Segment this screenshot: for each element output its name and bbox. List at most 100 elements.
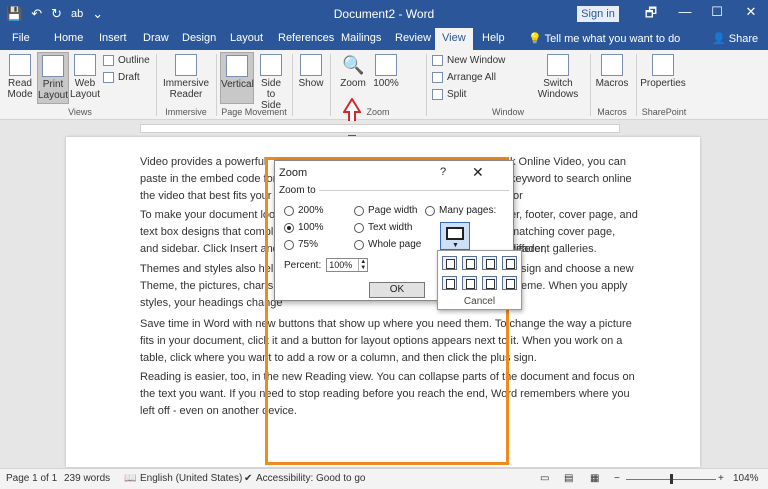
- tab-help[interactable]: Help: [482, 32, 505, 44]
- radio-100[interactable]: 100%: [284, 222, 324, 233]
- web-layout-icon: [74, 54, 96, 76]
- divider: [216, 54, 217, 116]
- switch-windows-button[interactable]: Switch Windows: [534, 54, 582, 100]
- divider: [156, 54, 157, 116]
- page-grid-cell[interactable]: [442, 276, 457, 290]
- macros-button[interactable]: Macros: [594, 54, 630, 89]
- ribbon-display-icon[interactable]: 🗗: [638, 4, 664, 26]
- proofing-icon[interactable]: 📖: [124, 473, 136, 484]
- split-button[interactable]: Split: [432, 89, 466, 100]
- minimize-icon[interactable]: —: [672, 4, 698, 19]
- web-layout-button[interactable]: Web Layout: [70, 54, 100, 100]
- read-mode-button[interactable]: Read Mode: [5, 54, 35, 100]
- tab-design[interactable]: Design: [182, 32, 216, 44]
- macros-label: Macros: [595, 78, 629, 89]
- dialog-close-icon[interactable]: ✕: [472, 164, 484, 181]
- accessibility-icon: ✔: [244, 473, 253, 484]
- radio-many-pages-icon: [425, 205, 435, 216]
- new-window-label: New Window: [447, 55, 506, 66]
- radio-100-icon: [284, 222, 294, 233]
- radio-200[interactable]: 200%: [284, 205, 324, 216]
- zoom-100-button[interactable]: 100%: [372, 54, 400, 89]
- percent-value: 100%: [329, 260, 353, 270]
- tell-me-label: Tell me what you want to do: [544, 33, 681, 45]
- maximize-icon[interactable]: ☐: [704, 4, 730, 20]
- radio-75[interactable]: 75%: [284, 239, 318, 250]
- radio-text-width[interactable]: Text width: [354, 222, 412, 233]
- immersive-reader-icon: [175, 54, 197, 76]
- new-window-button[interactable]: New Window: [432, 55, 505, 66]
- sign-in-button[interactable]: Sign in: [577, 6, 619, 22]
- percent-spinner[interactable]: ▲ ▼: [358, 259, 367, 271]
- tab-review[interactable]: Review: [395, 32, 431, 44]
- print-layout-button[interactable]: Print Layout: [37, 52, 69, 104]
- radio-text-width-label: Text width: [368, 222, 413, 233]
- web-layout-status-icon[interactable]: ▦: [590, 473, 599, 484]
- radio-many-pages[interactable]: Many pages:: [425, 205, 496, 216]
- ribbon-tabs: File Home Insert Draw Design Layout Refe…: [0, 28, 768, 50]
- radio-page-width[interactable]: Page width: [354, 205, 417, 216]
- ruler: [0, 121, 768, 135]
- share-button[interactable]: 👤 Share: [712, 32, 758, 45]
- side-to-side-icon: [260, 54, 282, 76]
- close-icon[interactable]: ✕: [738, 4, 764, 20]
- zoom-group-label: Zoom: [366, 107, 390, 117]
- zoom-100-label: 100%: [373, 78, 399, 89]
- zoom-button[interactable]: 🔍 Zoom: [336, 54, 370, 89]
- tab-layout[interactable]: Layout: [230, 32, 263, 44]
- draft-button[interactable]: Draft: [103, 72, 140, 83]
- tab-draw[interactable]: Draw: [143, 32, 169, 44]
- tab-view[interactable]: View: [435, 28, 473, 50]
- word-count[interactable]: 239 words: [64, 473, 110, 484]
- switch-windows-icon: [547, 54, 569, 76]
- page-grid-cell[interactable]: [502, 256, 517, 270]
- ruler-bar: [140, 124, 620, 133]
- page-grid-cell[interactable]: [502, 276, 517, 290]
- vertical-label: Vertical: [221, 79, 254, 90]
- read-mode-status-icon[interactable]: ▤: [564, 473, 573, 484]
- side-to-side-button[interactable]: Side to Side: [256, 54, 286, 111]
- vertical-button[interactable]: Vertical: [220, 52, 254, 104]
- page-grid-cell[interactable]: [462, 276, 477, 290]
- show-label: Show: [298, 78, 324, 89]
- arrange-all-button[interactable]: Arrange All: [432, 72, 496, 83]
- outline-button[interactable]: Outline: [103, 55, 150, 66]
- language[interactable]: English (United States): [140, 473, 242, 484]
- properties-button[interactable]: Properties: [640, 54, 686, 89]
- zoom-slider-thumb[interactable]: [670, 474, 673, 484]
- switch-windows-label: Switch Windows: [537, 78, 579, 100]
- tell-me-search[interactable]: 💡 Tell me what you want to do: [528, 32, 680, 45]
- percent-input[interactable]: 100% ▲ ▼: [326, 258, 369, 272]
- radio-page-width-icon: [354, 205, 364, 216]
- many-pages-button[interactable]: ▼: [440, 222, 470, 250]
- outline-label: Outline: [118, 55, 150, 66]
- page-grid-cell[interactable]: [442, 256, 457, 270]
- cancel-button[interactable]: Cancel: [438, 296, 521, 307]
- page-grid-cell[interactable]: [462, 256, 477, 270]
- properties-label: Properties: [640, 78, 686, 89]
- zoom-out-icon[interactable]: −: [614, 473, 620, 484]
- ok-button[interactable]: OK: [369, 282, 425, 298]
- page-grid-cell[interactable]: [482, 276, 497, 290]
- immersive-reader-button[interactable]: Immersive Reader: [160, 54, 212, 100]
- focus-mode-icon[interactable]: ▭: [540, 473, 549, 484]
- zoom-in-icon[interactable]: +: [718, 473, 724, 484]
- tab-file[interactable]: File: [12, 32, 30, 44]
- help-icon[interactable]: ?: [440, 166, 446, 178]
- page-count[interactable]: Page 1 of 1: [6, 473, 57, 484]
- radio-whole-page-icon: [354, 239, 364, 250]
- radio-whole-page[interactable]: Whole page: [354, 239, 421, 250]
- tab-insert[interactable]: Insert: [99, 32, 127, 44]
- status-bar: Page 1 of 1 239 words 📖 English (United …: [0, 468, 768, 489]
- page-grid-cell[interactable]: [482, 256, 497, 270]
- tab-home[interactable]: Home: [54, 32, 83, 44]
- radio-whole-page-label: Whole page: [368, 239, 422, 250]
- zoom-level[interactable]: 104%: [733, 473, 759, 484]
- outline-icon: [103, 55, 114, 66]
- show-button[interactable]: Show: [296, 54, 326, 89]
- divider: [590, 54, 591, 116]
- tab-references[interactable]: References: [278, 32, 334, 44]
- tab-mailings[interactable]: Mailings: [341, 32, 381, 44]
- vertical-pages-icon: [226, 55, 248, 77]
- accessibility-status[interactable]: Accessibility: Good to go: [256, 473, 366, 484]
